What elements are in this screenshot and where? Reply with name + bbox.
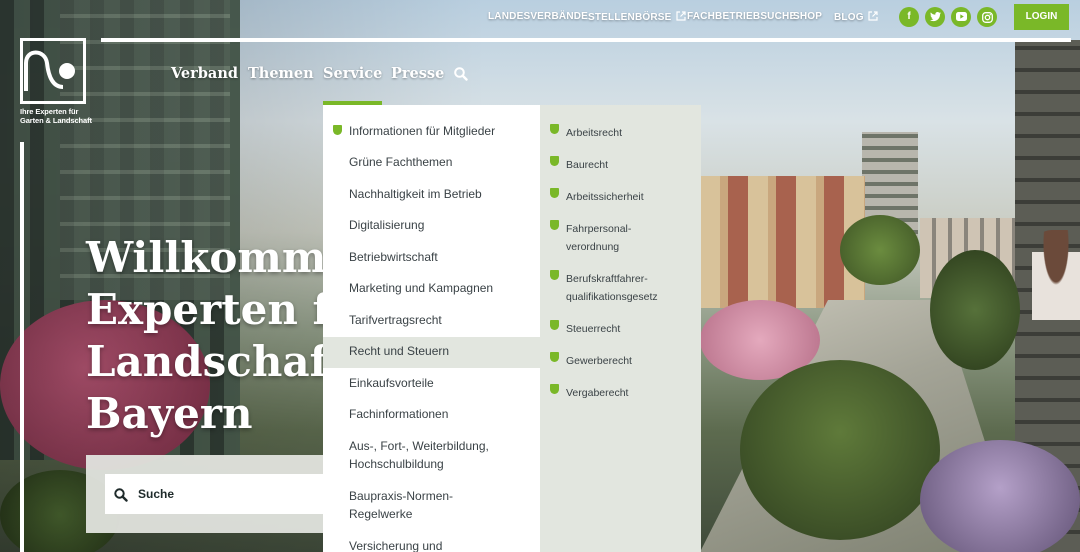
topbar-link-fachbetriebsuche[interactable]: FACHBETRIEBSUCHE: [687, 11, 796, 22]
search-placeholder: Suche: [138, 487, 175, 501]
menu-item-label: Digitalisierung: [349, 218, 425, 232]
submenu-item-arbeitssicherheit[interactable]: Arbeitssicherheit: [540, 184, 701, 212]
submenu-item-label: Vergaberecht: [566, 387, 629, 399]
external-link-icon: [675, 11, 686, 21]
logo-tagline-line: Ihre Experten für: [20, 107, 79, 116]
menu-item-betriebwirtschaft[interactable]: Betriebwirtschaft: [323, 243, 540, 274]
search-input[interactable]: Suche: [105, 474, 327, 514]
menu-item-label: Versicherung und: [349, 539, 443, 552]
bullet-icon: [550, 270, 559, 280]
menu-item-label: Recht und Steuern: [349, 344, 450, 358]
bullet-icon: [550, 124, 559, 134]
menu-item-label: Fachinformationen: [349, 407, 449, 421]
nav-item-themen[interactable]: Themen: [248, 65, 314, 82]
nav-item-service[interactable]: Service: [323, 65, 382, 82]
topbar-link-shop[interactable]: SHOP: [793, 11, 822, 22]
topbar-link-label: BLOG: [834, 12, 864, 23]
submenu-item-label: Steuerrecht: [566, 323, 621, 335]
submenu-item-gewerberecht[interactable]: Gewerberecht: [540, 348, 701, 376]
submenu-item-label: Berufskraftfahrer-qualifikationsgesetz: [566, 273, 658, 303]
submenu-item-fahrpersonal[interactable]: Fahrpersonal-verordnung: [540, 216, 701, 262]
instagram-icon[interactable]: [977, 7, 997, 27]
submenu-item-label: Baurecht: [566, 159, 609, 171]
submenu-item-vergaberecht[interactable]: Vergaberecht: [540, 380, 701, 408]
menu-item-fachinformationen[interactable]: Fachinformationen: [323, 400, 540, 431]
bullet-icon: [550, 220, 559, 230]
menu-item-label: Grüne Fachthemen: [349, 155, 453, 169]
nav-item-verband[interactable]: Verband: [171, 65, 238, 82]
logo-tagline: Ihre Experten für Garten & Landschaft: [20, 107, 92, 125]
menu-item-label: Einkaufsvorteile: [349, 376, 434, 390]
submenu-item-berufskraftfahrer[interactable]: Berufskraftfahrer-qualifikationsgesetz: [540, 266, 701, 312]
logo-tagline-line: Garten & Landschaft: [20, 116, 92, 125]
menu-item-einkaufsvorteile[interactable]: Einkaufsvorteile: [323, 369, 540, 400]
submenu-item-label: Gewerberecht: [566, 355, 632, 367]
menu-item-baupraxis-normen[interactable]: Baupraxis-Normen- Regelwerke: [323, 482, 540, 532]
site-logo[interactable]: [20, 38, 86, 104]
menu-item-aus-fort-weiterbildung[interactable]: Aus-, Fort-, Weiterbildung, Hochschulbild…: [323, 432, 540, 482]
search-icon[interactable]: [454, 67, 468, 86]
submenu-item-steuerrecht[interactable]: Steuerrecht: [540, 316, 701, 344]
header-divider: [101, 38, 1071, 42]
topbar-link-stellenboerse[interactable]: STELLENBÖRSE: [588, 11, 686, 23]
menu-item-label: Betriebwirtschaft: [349, 250, 438, 264]
bullet-icon: [550, 188, 559, 198]
bullet-icon: [333, 125, 342, 135]
menu-item-informationen-für-mitglieder[interactable]: Informationen für Mitglieder: [323, 117, 540, 148]
submenu-item-arbeitsrecht[interactable]: Arbeitsrecht: [540, 120, 701, 148]
menu-item-label: Informationen für Mitglieder: [349, 124, 496, 138]
twitter-icon[interactable]: [925, 7, 945, 27]
logo-mark-icon: [24, 50, 75, 91]
external-link-icon: [868, 11, 878, 21]
topbar-link-blog[interactable]: BLOG: [834, 11, 878, 23]
service-dropdown: Informationen für Mitglieder Grüne Fachth…: [323, 105, 540, 552]
top-bar: LANDESVERBÄNDE STELLENBÖRSE FACHBETRIEBS…: [0, 0, 1080, 34]
facebook-icon[interactable]: f: [899, 7, 919, 27]
submenu-item-label: Arbeitsrecht: [566, 127, 623, 139]
login-button[interactable]: LOGIN: [1014, 4, 1069, 30]
submenu-item-label: Fahrpersonal-verordnung: [566, 223, 632, 253]
menu-item-label: Marketing und Kampagnen: [349, 281, 494, 295]
submenu-item-label: Arbeitssicherheit: [566, 191, 644, 203]
bullet-icon: [550, 156, 559, 166]
menu-item-tarifvertragsrecht[interactable]: Tarifvertragsrecht: [323, 306, 540, 337]
service-submenu: Arbeitsrecht Baurecht Arbeitssicherheit Fah…: [540, 105, 701, 552]
menu-item-digitalisierung[interactable]: Digitalisierung: [323, 211, 540, 242]
menu-item-marketing-und-kampagnen[interactable]: Marketing und Kampagnen: [323, 274, 540, 305]
bullet-icon: [550, 384, 559, 394]
nav-item-presse[interactable]: Presse: [391, 65, 444, 82]
side-divider: [20, 142, 24, 552]
search-icon: [114, 488, 128, 502]
menu-item-label: Aus-, Fort-, Weiterbildung, Hochschulbild…: [349, 439, 489, 471]
bullet-icon: [550, 320, 559, 330]
youtube-icon[interactable]: [951, 7, 971, 27]
menu-item-versicherung-und[interactable]: Versicherung und: [323, 532, 540, 552]
menu-item-label: Nachhaltigkeit im Betrieb: [349, 187, 482, 201]
menu-item-label: Tarifvertragsrecht: [349, 313, 442, 327]
bullet-icon: [550, 352, 559, 362]
menu-item-nachhaltigkeit-im-betrieb[interactable]: Nachhaltigkeit im Betrieb: [323, 180, 540, 211]
menu-item-recht-und-steuern[interactable]: Recht und Steuern: [323, 337, 540, 368]
topbar-link-label: STELLENBÖRSE: [588, 12, 672, 23]
submenu-item-baurecht[interactable]: Baurecht: [540, 152, 701, 180]
topbar-link-landesverbaende[interactable]: LANDESVERBÄNDE: [488, 11, 588, 22]
menu-item-grüne-fachthemen[interactable]: Grüne Fachthemen: [323, 148, 540, 179]
menu-item-label: Baupraxis-Normen- Regelwerke: [349, 489, 454, 521]
